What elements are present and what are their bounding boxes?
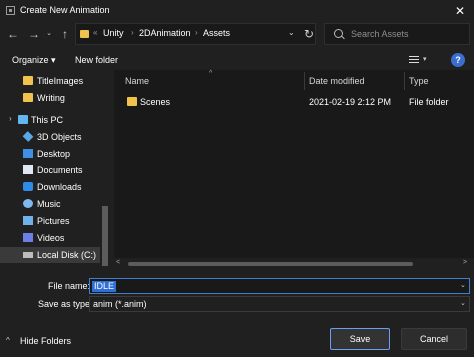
sidebar-item-pictures[interactable]: Pictures xyxy=(0,213,100,229)
sidebar-item-titleimages[interactable]: TitleImages xyxy=(0,73,100,89)
sidebar-item-label: TitleImages xyxy=(37,76,84,86)
column-divider[interactable] xyxy=(404,72,405,90)
breadcrumb-assets[interactable]: Assets xyxy=(203,28,230,38)
cancel-button[interactable]: Cancel xyxy=(401,328,467,350)
up-button[interactable]: ↑ xyxy=(57,26,73,42)
file-name: Scenes xyxy=(140,97,171,107)
sidebar-item-label: This PC xyxy=(31,115,64,125)
sidebar-item-this-pc[interactable]: › This PC xyxy=(0,112,100,128)
downloads-icon xyxy=(23,182,33,191)
search-input[interactable] xyxy=(351,27,463,41)
expand-chevron-icon[interactable]: › xyxy=(9,114,12,123)
breadcrumb-separator[interactable]: › xyxy=(131,28,134,37)
column-header-type[interactable]: Type xyxy=(409,76,429,86)
documents-icon xyxy=(23,165,33,174)
folder-icon xyxy=(80,30,89,38)
videos-icon xyxy=(23,233,33,242)
hide-folders-label: Hide Folders xyxy=(20,336,72,346)
save-as-type-label: Save as type: xyxy=(38,299,93,309)
3d-objects-icon xyxy=(22,131,34,142)
file-name-value[interactable]: IDLE xyxy=(92,281,117,292)
recent-locations-dropdown[interactable]: ⌄ xyxy=(44,27,54,41)
refresh-button[interactable]: ↻ xyxy=(300,26,318,42)
help-button[interactable]: ? xyxy=(451,53,465,67)
sidebar-item-label: Videos xyxy=(37,233,65,243)
sidebar-item-downloads[interactable]: Downloads xyxy=(0,179,100,195)
back-button[interactable]: ← xyxy=(5,26,21,42)
sidebar-item-documents[interactable]: Documents xyxy=(0,162,100,178)
chevron-up-icon: ^ xyxy=(6,336,10,345)
organize-button[interactable]: Organize ▾ xyxy=(12,55,56,66)
chevron-down-icon[interactable]: ⌄ xyxy=(460,281,466,289)
file-row[interactable]: Scenes 2021-02-19 2:12 PM File folder xyxy=(118,93,468,110)
computer-icon xyxy=(18,115,28,124)
view-options-dropdown[interactable]: ▾ xyxy=(423,55,427,63)
folder-icon xyxy=(23,76,33,85)
file-date-modified: 2021-02-19 2:12 PM xyxy=(309,97,392,107)
file-type: File folder xyxy=(409,97,449,107)
sidebar-item-3d-objects[interactable]: 3D Objects xyxy=(0,129,100,145)
scroll-left-icon[interactable]: < xyxy=(116,259,120,266)
search-box[interactable] xyxy=(324,23,470,45)
file-name-input[interactable]: IDLE ⌄ xyxy=(89,278,470,294)
sidebar-item-label: Pictures xyxy=(37,216,70,226)
sidebar-item-label: Desktop xyxy=(37,149,71,159)
sidebar-item-writing[interactable]: Writing xyxy=(0,90,100,106)
folder-icon xyxy=(127,97,137,106)
sidebar-item-label: Downloads xyxy=(37,182,82,192)
breadcrumb-overflow[interactable]: « xyxy=(93,28,97,37)
sidebar-item-label: 3D Objects xyxy=(37,132,82,142)
save-as-type-select[interactable]: anim (*.anim) ⌄ xyxy=(89,296,470,312)
search-icon xyxy=(334,29,343,38)
breadcrumb-separator[interactable]: › xyxy=(195,28,198,37)
sidebar-scrollbar-thumb[interactable] xyxy=(102,206,108,266)
sidebar-item-label: Writing xyxy=(37,93,65,103)
window-title: Create New Animation xyxy=(20,5,110,15)
save-button[interactable]: Save xyxy=(330,328,390,350)
sidebar-item-local-disk[interactable]: Local Disk (C:) xyxy=(0,247,100,263)
address-bar[interactable]: « Unity › 2DAnimation › Assets ⌄ xyxy=(75,23,316,45)
column-header-date-modified[interactable]: Date modified xyxy=(309,76,365,86)
chevron-down-icon[interactable]: ⌄ xyxy=(288,28,295,37)
forward-button[interactable]: → xyxy=(26,26,42,42)
sidebar-item-label: Music xyxy=(37,199,61,209)
horizontal-scrollbar-thumb[interactable] xyxy=(128,262,413,266)
sidebar-item-label: Documents xyxy=(37,165,83,175)
file-name-label: File name: xyxy=(48,281,91,291)
chevron-down-icon[interactable]: ⌄ xyxy=(460,299,466,307)
music-icon xyxy=(23,199,33,208)
sort-indicator-icon: ^ xyxy=(209,70,213,77)
close-button[interactable]: ✕ xyxy=(452,4,468,18)
sidebar-item-music[interactable]: Music xyxy=(0,196,100,212)
column-divider[interactable] xyxy=(304,72,305,90)
breadcrumb-2danimation[interactable]: 2DAnimation xyxy=(139,28,191,38)
breadcrumb-unity[interactable]: Unity xyxy=(103,28,124,38)
column-header-name[interactable]: Name xyxy=(125,76,149,86)
sidebar-item-label: Local Disk (C:) xyxy=(37,250,97,260)
disk-icon xyxy=(23,252,33,258)
folder-icon xyxy=(23,93,33,102)
save-as-type-value: anim (*.anim) xyxy=(93,299,147,309)
horizontal-scrollbar[interactable]: < > xyxy=(114,258,474,270)
sidebar-item-videos[interactable]: Videos xyxy=(0,230,100,246)
view-list-icon[interactable] xyxy=(409,56,419,65)
sidebar-item-desktop[interactable]: Desktop xyxy=(0,146,100,162)
scroll-right-icon[interactable]: > xyxy=(463,259,467,266)
pictures-icon xyxy=(23,216,33,225)
desktop-icon xyxy=(23,149,33,158)
app-icon xyxy=(6,6,15,15)
new-folder-button[interactable]: New folder xyxy=(75,55,118,65)
